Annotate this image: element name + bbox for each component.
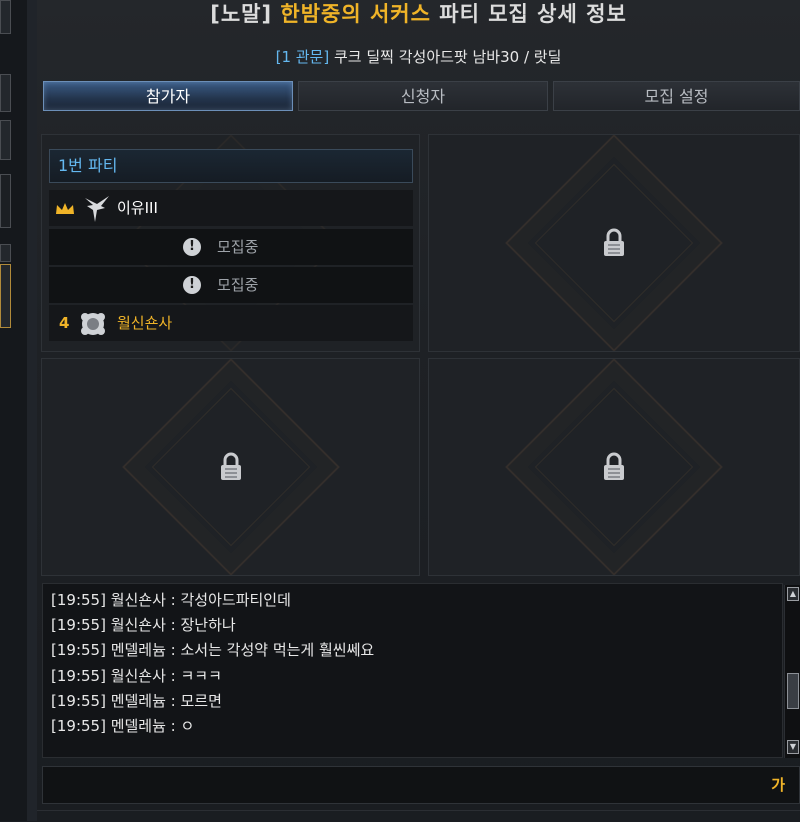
info-icon: ! <box>183 238 201 256</box>
edge-button-2 <box>0 120 11 160</box>
chat-line: [19:55] 멘델레늄 : 소서는 각성약 먹는게 훨씬쎄요 <box>51 641 375 659</box>
recruit-description: [1 관문] 쿠크 딜찍 각성아드팟 남바30 / 랏딜 <box>37 46 800 68</box>
edge-button-1 <box>0 74 11 112</box>
party-title: 1번 파티 <box>49 149 413 183</box>
title-suffix: 파티 모집 상세 정보 <box>439 2 627 26</box>
crown-icon <box>56 203 74 214</box>
party-panel-3-locked <box>41 358 420 576</box>
chat-input[interactable]: 가 <box>42 766 800 804</box>
chat-log: [19:55] 월신숀사 : 각성아드파티인데 [19:55] 월신숀사 : 장… <box>42 583 783 758</box>
party-panel-2-locked <box>428 134 800 352</box>
chat-line: [19:55] 월신숀사 : ㅋㅋㅋ <box>51 667 222 685</box>
tab-applicants[interactable]: 신청자 <box>298 81 548 111</box>
edge-button-3 <box>0 174 11 228</box>
recruiting-label: 모집중 <box>217 238 259 256</box>
chat-scrollbar[interactable]: ▲ ▼ <box>784 585 800 758</box>
chat-line: [19:55] 월신숀사 : 장난하나 <box>51 616 236 634</box>
chat-line: [19:55] 월신숀사 : 각성아드파티인데 <box>51 591 291 609</box>
party-slot-1[interactable]: 이유III <box>49 190 413 226</box>
party-panel-4-locked <box>428 358 800 576</box>
edge-panel-top <box>0 0 11 34</box>
info-icon: ! <box>183 276 201 294</box>
background-window-edge <box>0 0 28 821</box>
member-number: 4 <box>59 314 70 332</box>
gate-tag: [1 관문] <box>275 48 330 66</box>
ime-indicator[interactable]: 가 <box>771 767 785 803</box>
class-emblem-icon <box>81 313 105 335</box>
scroll-up-icon[interactable]: ▲ <box>787 587 799 601</box>
lock-icon <box>604 228 624 256</box>
tab-recruit-settings[interactable]: 모집 설정 <box>553 81 800 111</box>
class-sorceress-icon <box>85 196 109 222</box>
chat-line: [19:55] 멘델레늄 : 모르면 <box>51 692 222 710</box>
member-name: 이유III <box>117 199 158 217</box>
guild-name: 한밤중의 서커스 <box>280 2 431 26</box>
scroll-thumb[interactable] <box>787 673 799 709</box>
window-title: [노말] 한밤중의 서커스 파티 모집 상세 정보 <box>37 0 800 34</box>
party-slot-3[interactable]: ! 모집중 <box>49 267 413 303</box>
lock-icon <box>604 452 624 480</box>
recruit-text: 쿠크 딜찍 각성아드팟 남바30 / 랏딜 <box>334 48 562 66</box>
title-prefix: [노말] <box>210 2 273 26</box>
party-slot-4[interactable]: 4 월신숀사 <box>49 305 413 341</box>
recruiting-label: 모집중 <box>217 276 259 294</box>
chat-line: [19:55] 멘델레늄 : ㅇ <box>51 717 195 735</box>
member-name: 월신숀사 <box>117 314 173 332</box>
party-slot-2[interactable]: ! 모집중 <box>49 229 413 265</box>
lock-icon <box>220 452 241 480</box>
scroll-down-icon[interactable]: ▼ <box>787 740 799 754</box>
edge-button-4 <box>0 244 11 262</box>
window-bottom-edge <box>37 810 800 822</box>
tab-participants[interactable]: 참가자 <box>43 81 293 111</box>
edge-selected-item <box>0 264 11 328</box>
